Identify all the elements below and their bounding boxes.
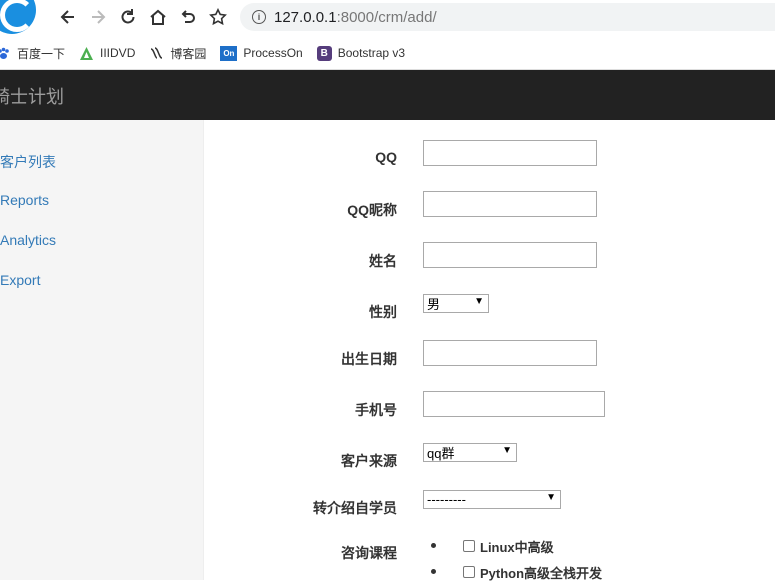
course-label: Python高级全栈开发 [480, 565, 603, 581]
reload-icon[interactable] [117, 6, 139, 28]
qq-label: QQ [375, 149, 397, 165]
name-label: 姓名 [369, 253, 397, 269]
bookmark-iiidvd[interactable]: IIIDVD [79, 46, 135, 61]
source-label: 客户来源 [341, 453, 397, 469]
qq-name-label: QQ昵称 [347, 202, 397, 218]
sidebar-item-customer-list[interactable]: 客户列表 [0, 152, 56, 172]
referral-label: 转介绍自学员 [313, 500, 397, 516]
bookmarks-bar: 百度一下 IIIDVD 博客园 On ProcessOn B Bootstrap… [0, 37, 775, 70]
course-label: Linux中高级 [480, 539, 554, 555]
cnblogs-icon [149, 46, 164, 61]
dropdown-arrow-icon: ▼ [502, 445, 512, 456]
bookmark-label: 百度一下 [17, 46, 66, 61]
dropdown-arrow-icon: ▼ [474, 296, 484, 307]
bookmark-cnblogs[interactable]: 博客园 [149, 45, 206, 62]
courses-checkbox-list: Linux中高级 Python高级全栈开发 [431, 533, 603, 585]
baidu-paw-icon [0, 46, 11, 61]
course-checkbox-python[interactable] [463, 566, 475, 578]
phone-input[interactable] [423, 391, 605, 417]
sidebar: 客户列表 Reports Analytics Export [0, 120, 204, 580]
sex-selected: 男 [427, 297, 441, 312]
bookmark-label: ProcessOn [243, 46, 303, 60]
forward-arrow-icon[interactable] [87, 6, 109, 28]
iiidvd-icon [79, 46, 94, 61]
navbar-brand[interactable]: 骑士计划 [0, 83, 64, 109]
home-icon[interactable] [147, 6, 169, 28]
sidebar-item-analytics[interactable]: Analytics [0, 232, 56, 248]
bookmark-label: Bootstrap v3 [337, 46, 406, 60]
bullet-icon [431, 543, 436, 548]
back-arrow-icon[interactable] [57, 6, 79, 28]
processon-icon: On [220, 45, 238, 61]
source-select[interactable]: qq群 ▼ [423, 443, 517, 462]
phone-label: 手机号 [355, 402, 397, 418]
address-bar[interactable]: i 127.0.0.1:8000/crm/add/ [240, 3, 775, 31]
star-icon[interactable] [207, 6, 229, 28]
qq-input[interactable] [423, 140, 597, 166]
url-host: 127.0.0.1 [274, 8, 337, 26]
birthday-label: 出生日期 [341, 351, 397, 367]
course-checkbox-linux[interactable] [463, 540, 475, 552]
info-icon[interactable]: i [252, 10, 266, 24]
bookmark-label: IIIDVD [100, 46, 136, 60]
bullet-icon [431, 569, 436, 574]
sex-select[interactable]: 男 ▼ [423, 294, 489, 313]
sidebar-item-reports[interactable]: Reports [0, 192, 49, 208]
bookmark-bootstrap[interactable]: B Bootstrap v3 [316, 45, 406, 61]
bookmark-baidu[interactable]: 百度一下 [0, 45, 65, 62]
browser-logo-icon [0, 0, 36, 34]
dropdown-arrow-icon: ▼ [546, 492, 556, 503]
courses-label: 咨询课程 [341, 545, 397, 561]
birthday-input[interactable] [423, 340, 597, 366]
bookmark-processon[interactable]: On ProcessOn [220, 45, 303, 61]
bootstrap-icon: B [316, 45, 332, 61]
bookmark-label: 博客园 [170, 46, 207, 61]
top-navbar: 骑士计划 [0, 70, 775, 120]
undo-icon[interactable] [177, 6, 199, 28]
referral-select[interactable]: --------- ▼ [423, 490, 561, 509]
customer-add-form: QQ QQ昵称 姓名 性别 男 ▼ 出生日期 手机号 客户来源 qq群 ▼ 转介… [204, 120, 775, 581]
qq-name-input[interactable] [423, 191, 597, 217]
url-path: :8000/crm/add/ [336, 8, 437, 26]
sex-label: 性别 [369, 304, 397, 320]
referral-selected: --------- [427, 492, 466, 507]
browser-toolbar: i 127.0.0.1:8000/crm/add/ [0, 0, 775, 37]
list-item: Python高级全栈开发 [431, 559, 603, 585]
source-selected: qq群 [427, 446, 455, 461]
list-item: Linux中高级 [431, 533, 602, 559]
sidebar-item-export[interactable]: Export [0, 272, 40, 288]
name-input[interactable] [423, 242, 597, 268]
